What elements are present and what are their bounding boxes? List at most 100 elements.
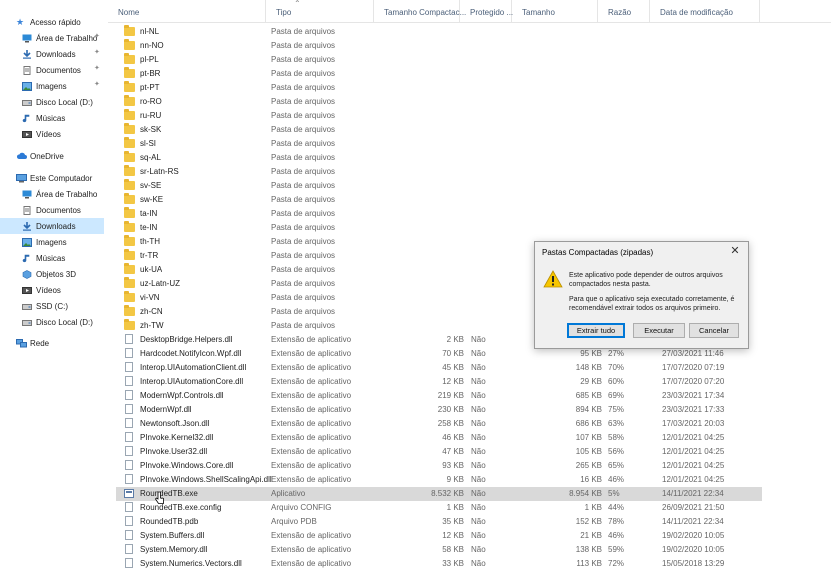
file-row[interactable]: nn-NO Pasta de arquivos (116, 39, 762, 53)
file-row[interactable]: sl-SI Pasta de arquivos (116, 137, 762, 151)
sidebar-item-desktop[interactable]: Área de Trabalho ✦ (0, 30, 104, 46)
file-date: 17/07/2020 07:19 (662, 363, 725, 372)
file-ratio: 44% (608, 503, 625, 512)
sidebar-item-pictures[interactable]: Imagens (0, 234, 104, 250)
file-ratio: 46% (608, 475, 625, 484)
dialog-message-dependency: Este aplicativo pode depender de outros … (569, 272, 723, 288)
file-row[interactable]: Interop.UIAutomationClient.dll Extensão d… (116, 361, 762, 375)
file-ratio: 69% (608, 391, 625, 400)
sidebar-item-label: Objetos 3D (36, 269, 77, 279)
file-row[interactable]: RoundedTB.exe Aplicativo 8.532 KB Não 8.954 … (116, 487, 762, 501)
file-row[interactable]: ro-RO Pasta de arquivos (116, 95, 762, 109)
file-type: Extensão de aplicativo (271, 391, 352, 400)
cancel-button[interactable]: Cancelar (689, 323, 739, 338)
close-icon[interactable]: ✕ (728, 244, 742, 258)
nav-onedrive[interactable]: OneDrive (0, 148, 104, 164)
sidebar-item-videos[interactable]: Vídeos (0, 282, 104, 298)
column-header-type[interactable]: Tipo (266, 0, 374, 22)
column-label: Tamanho (522, 8, 555, 17)
drive-icon (22, 98, 32, 107)
file-row[interactable]: RoundedTB.pdb Arquivo PDB 35 KB Não 152 KB 78… (116, 515, 762, 529)
file-name: sq-AL (140, 153, 161, 162)
file-row[interactable]: sv-SE Pasta de arquivos (116, 179, 762, 193)
file-name: PInvoke.User32.dll (140, 447, 208, 456)
pin-icon: ✦ (94, 81, 100, 88)
column-header-compressed-size[interactable]: Tamanho Compactac... (374, 0, 466, 22)
file-row[interactable]: Hardcodet.NotifyIcon.Wpf.dll Extensão de … (116, 347, 762, 361)
file-row[interactable]: System.Numerics.Vectors.dll Extensão de a… (116, 557, 762, 571)
file-row[interactable]: ta-IN Pasta de arquivos (116, 207, 762, 221)
column-header-protected[interactable]: Protegido ... (460, 0, 514, 22)
file-name: pl-PL (140, 55, 159, 64)
file-row[interactable]: PInvoke.Windows.ShellScalingApi.dll Exten… (116, 473, 762, 487)
file-compressed-size: 12 KB (442, 377, 464, 386)
folder-icon (124, 179, 135, 190)
file-type: Extensão de aplicativo (271, 531, 352, 540)
folder-icon (124, 165, 135, 176)
sidebar-item-label: Músicas (36, 113, 66, 123)
file-row[interactable]: nl-NL Pasta de arquivos (116, 25, 762, 39)
sidebar-item-label: SSD (C:) (36, 301, 68, 311)
sidebar-item-download[interactable]: Downloads (0, 218, 104, 234)
file-icon (125, 502, 133, 512)
drive-icon (22, 302, 32, 311)
sidebar-item-drive[interactable]: SSD (C:) (0, 298, 104, 314)
file-row[interactable]: ru-RU Pasta de arquivos (116, 109, 762, 123)
file-row[interactable]: sq-AL Pasta de arquivos (116, 151, 762, 165)
file-protected: Não (471, 433, 486, 442)
file-row[interactable]: PInvoke.Windows.Core.dll Extensão de apli… (116, 459, 762, 473)
folder-icon (124, 305, 135, 316)
dialog-message-recommendation: Para que o aplicativo seja executado cor… (569, 296, 735, 312)
column-label: Protegido ... (470, 8, 514, 17)
file-row[interactable]: sk-SK Pasta de arquivos (116, 123, 762, 137)
sidebar-item-documents[interactable]: Documentos (0, 202, 104, 218)
file-row[interactable]: ModernWpf.dll Extensão de aplicativo 230 K… (116, 403, 762, 417)
file-protected: Não (471, 335, 486, 344)
file-compressed-size: 12 KB (442, 531, 464, 540)
file-row[interactable]: pt-PT Pasta de arquivos (116, 81, 762, 95)
file-row[interactable]: PInvoke.User32.dll Extensão de aplicativo… (116, 445, 762, 459)
sidebar-item-desktop[interactable]: Área de Trabalho (0, 186, 104, 202)
file-type: Pasta de arquivos (271, 125, 336, 134)
file-size: 16 KB (580, 475, 602, 484)
file-type: Extensão de aplicativo (271, 349, 352, 358)
file-row[interactable]: ModernWpf.Controls.dll Extensão de aplica… (116, 389, 762, 403)
sidebar-item-music[interactable]: Músicas (0, 250, 104, 266)
file-row[interactable]: System.Buffers.dll Extensão de aplicativo… (116, 529, 762, 543)
file-ratio: 63% (608, 419, 625, 428)
pin-icon: ✦ (94, 33, 100, 40)
column-header-name[interactable]: Nome (108, 0, 266, 22)
nav-this-pc[interactable]: Este Computador (0, 170, 104, 186)
sidebar-item-music[interactable]: Músicas (0, 110, 104, 126)
file-row[interactable]: System.Memory.dll Extensão de aplicativo 5… (116, 543, 762, 557)
sidebar-item-pictures[interactable]: Imagens ✦ (0, 78, 104, 94)
column-header-date[interactable]: Data de modificação (650, 0, 760, 22)
file-row[interactable]: pl-PL Pasta de arquivos (116, 53, 762, 67)
file-name: zh-TW (140, 321, 164, 330)
file-row[interactable]: sw-KE Pasta de arquivos (116, 193, 762, 207)
run-button[interactable]: Executar (633, 323, 685, 338)
column-header-size[interactable]: Tamanho (512, 0, 598, 22)
sidebar-item-objects3d[interactable]: Objetos 3D (0, 266, 104, 282)
sidebar-item-label: Vídeos (36, 129, 61, 139)
sidebar-item-drive[interactable]: Disco Local (D:) (0, 314, 104, 330)
file-row[interactable]: RoundedTB.exe.config Arquivo CONFIG 1 KB Nã… (116, 501, 762, 515)
sidebar-item-download[interactable]: Downloads ✦ (0, 46, 104, 62)
sidebar-item-videos[interactable]: Vídeos (0, 126, 104, 142)
sidebar-item-drive[interactable]: Disco Local (D:) (0, 94, 104, 110)
file-row[interactable]: Newtonsoft.Json.dll Extensão de aplicativ… (116, 417, 762, 431)
column-header-ratio[interactable]: Razão (598, 0, 650, 22)
file-row[interactable]: sr-Latn-RS Pasta de arquivos (116, 165, 762, 179)
nav-network[interactable]: Rede (0, 335, 104, 351)
sidebar-item-documents[interactable]: Documentos ✦ (0, 62, 104, 78)
sidebar-item-label: Área de Trabalho (36, 189, 98, 199)
file-row[interactable]: te-IN Pasta de arquivos (116, 221, 762, 235)
file-row[interactable]: Interop.UIAutomationCore.dll Extensão de … (116, 375, 762, 389)
file-icon (125, 404, 133, 414)
file-type: Pasta de arquivos (271, 307, 336, 316)
file-row[interactable]: PInvoke.Kernel32.dll Extensão de aplicati… (116, 431, 762, 445)
file-protected: Não (471, 405, 486, 414)
extract-all-button[interactable]: Extrair tudo (567, 323, 625, 338)
file-row[interactable]: pt-BR Pasta de arquivos (116, 67, 762, 81)
nav-quick-access[interactable]: ★ Acesso rápido (0, 14, 104, 30)
